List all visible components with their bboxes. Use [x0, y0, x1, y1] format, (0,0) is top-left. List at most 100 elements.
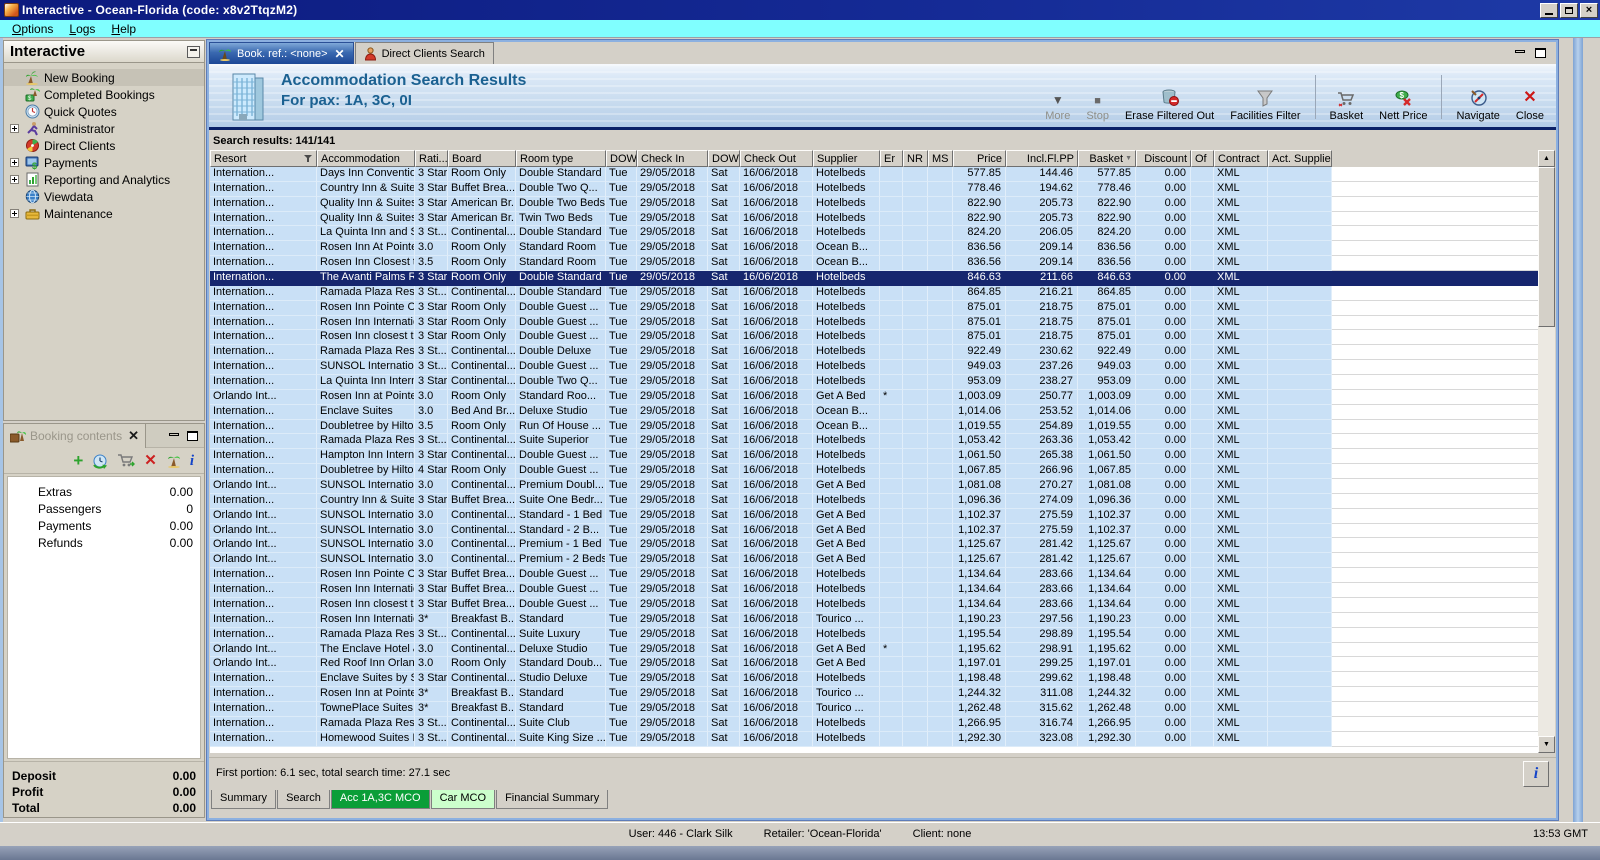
table-row[interactable]: Internation...Enclave Suites by Sk...3 S…	[210, 672, 1538, 688]
tab-close-icon[interactable]: ✕	[335, 47, 345, 61]
add-icon[interactable]: +	[73, 452, 83, 469]
mdi-maximize-icon[interactable]	[1535, 48, 1546, 58]
column-header-incl-fl-pp[interactable]: Incl.Fl.PP	[1006, 150, 1078, 167]
basket-button[interactable]: Basket	[1324, 69, 1370, 125]
sidebar-item-payments[interactable]: $ Payments	[4, 154, 204, 171]
table-row[interactable]: Internation...Rosen Inn Closest to...3.5…	[210, 256, 1538, 272]
table-row[interactable]: Internation...TownePlace Suites O...3*Br…	[210, 701, 1538, 717]
sidebar-item-maintenance[interactable]: Maintenance	[4, 205, 204, 222]
table-row[interactable]: Internation...Rosen Inn Pointe Orl...3 S…	[210, 568, 1538, 584]
table-row[interactable]: Internation...La Quinta Inn Intern...3 S…	[210, 375, 1538, 390]
table-row[interactable]: Internation...Rosen Inn International3 S…	[210, 315, 1538, 331]
menu-options[interactable]: Options	[4, 21, 61, 37]
column-header-dow[interactable]: DOW	[606, 150, 637, 167]
restore-button[interactable]	[1560, 2, 1578, 18]
list-item[interactable]: Extras 0.00	[8, 483, 200, 500]
table-row[interactable]: Internation...Ramada Plaza Resort...3 St…	[210, 285, 1538, 301]
column-header-contract[interactable]: Contract	[1214, 150, 1268, 167]
column-header-er[interactable]: Er	[880, 150, 903, 167]
table-row[interactable]: Internation...Ramada Plaza Resort...3 St…	[210, 434, 1538, 450]
column-header-check-in[interactable]: Check In	[637, 150, 708, 167]
sidebar-item-reporting[interactable]: Reporting and Analytics	[4, 171, 204, 188]
table-row[interactable]: Internation...Rosen Inn at Pointe ...3*B…	[210, 687, 1538, 702]
table-row[interactable]: Orlando Int...SUNSOL Internationa...3.0C…	[210, 538, 1538, 554]
mdi-minimize-icon[interactable]	[1515, 50, 1525, 53]
navigate-button[interactable]: Navigate	[1450, 69, 1505, 125]
table-row[interactable]: Internation... Quality Inn & Suites 3 Star…	[210, 211, 1538, 227]
panel-minimize-icon[interactable]	[169, 432, 179, 436]
delete-icon[interactable]: ✕	[144, 453, 157, 468]
table-row[interactable]: Internation...Rosen Inn closest to ...3 …	[210, 597, 1538, 613]
minimize-button[interactable]	[1540, 2, 1558, 18]
refresh-clock-icon[interactable]	[92, 453, 108, 469]
table-row[interactable]: Internation...Ramada Plaza Resort...3 St…	[210, 345, 1538, 361]
panel-maximize-icon[interactable]	[187, 430, 198, 441]
column-header-nr[interactable]: NR	[903, 150, 928, 167]
table-row[interactable]: Orlando Int...SUNSOL Internationa...3.0C…	[210, 508, 1538, 524]
tab-financial-summary[interactable]: Financial Summary	[496, 790, 609, 809]
facilities-filter-button[interactable]: Facilities Filter	[1224, 69, 1306, 125]
filter-funnel-icon[interactable]	[304, 154, 313, 163]
table-row[interactable]: Internation...Ramada Plaza Resort...3 St…	[210, 716, 1538, 732]
list-item[interactable]: Refunds 0.00	[8, 534, 200, 551]
table-row[interactable]: Internation...Country Inn & Suites...3 S…	[210, 181, 1538, 197]
tab-direct-clients-search[interactable]: Direct Clients Search	[354, 42, 494, 64]
column-header-board[interactable]: Board	[448, 150, 516, 167]
sidebar-item-viewdata[interactable]: Viewdata	[4, 188, 204, 205]
column-header-price[interactable]: Price	[953, 150, 1006, 167]
table-row[interactable]: Internation...SUNSOL Internationa...3 St…	[210, 360, 1538, 376]
table-row[interactable]: Internation...Rosen Inn At Pointe ...3.0…	[210, 241, 1538, 257]
menu-help[interactable]: Help	[103, 21, 144, 37]
info-icon[interactable]: i	[190, 453, 194, 468]
table-row[interactable]: Internation...Doubletree by Hilton ...3.…	[210, 419, 1538, 435]
sidebar-item-administrator[interactable]: Administrator	[4, 120, 204, 137]
column-header-ms[interactable]: MS	[928, 150, 953, 167]
table-row[interactable]: Internation... Quality Inn & Suites 3 Star…	[210, 196, 1538, 212]
palm-tree-icon[interactable]	[166, 453, 181, 468]
table-row[interactable]: Orlando Int...SUNSOL Internationa...3.0C…	[210, 523, 1538, 539]
table-row[interactable]: Internation...Country Inn & Suites...3 S…	[210, 493, 1538, 509]
vertical-scrollbar[interactable]: ▲ ▼	[1538, 150, 1555, 753]
sidebar-item-new-booking[interactable]: New Booking	[4, 69, 204, 86]
tab-car-mco[interactable]: Car MCO	[430, 790, 496, 809]
scroll-up-icon[interactable]: ▲	[1538, 150, 1555, 167]
list-item[interactable]: Payments 0.00	[8, 517, 200, 534]
expand-icon[interactable]	[9, 158, 19, 167]
expand-icon[interactable]	[9, 175, 19, 184]
nett-price-button[interactable]: $ Nett Price	[1373, 69, 1433, 125]
table-row[interactable]: Internation...The Avanti Palms Re...3 St…	[210, 271, 1538, 286]
booking-contents-tab[interactable]: Booking contents ✕	[4, 423, 146, 448]
column-header-check-out[interactable]: Check Out	[740, 150, 813, 167]
table-row[interactable]: Orlando Int...The Enclave Hotel & ...3.0…	[210, 642, 1538, 658]
column-header-act-supplier[interactable]: Act. Supplier	[1268, 150, 1332, 167]
info-button[interactable]: i	[1523, 761, 1549, 787]
close-panel-icon[interactable]: ✕	[128, 428, 139, 444]
list-item[interactable]: Passengers 0	[8, 500, 200, 517]
table-row[interactable]: Internation...Homewood Suites Int...3 St…	[210, 731, 1538, 747]
table-row[interactable]: Orlando Int...SUNSOL Internationa...3.0C…	[210, 553, 1538, 569]
tab-booking-ref[interactable]: Book. ref.: <none> ✕	[209, 42, 354, 64]
close-results-button[interactable]: ✕ Close	[1510, 69, 1550, 125]
cart-add-icon[interactable]	[117, 453, 136, 468]
table-row[interactable]: Internation...Rosen Inn closest to ...3 …	[210, 330, 1538, 346]
expand-icon[interactable]	[9, 209, 19, 218]
table-row[interactable]: Internation...Doubletree by Hilton ...4 …	[210, 464, 1538, 480]
table-row[interactable]: Internation...Rosen Inn International3*B…	[210, 612, 1538, 628]
column-header-of[interactable]: Of	[1191, 150, 1214, 167]
table-row[interactable]: Orlando Int...Rosen Inn at Pointe ...3.0…	[210, 389, 1538, 405]
sidebar-item-quick-quotes[interactable]: Quick Quotes	[4, 103, 204, 120]
collapse-panel-icon[interactable]	[187, 45, 200, 58]
table-row[interactable]: Internation...Hampton Inn Interna...3 St…	[210, 449, 1538, 465]
column-header-resort[interactable]: Resort	[210, 150, 317, 167]
column-header-discount[interactable]: Discount	[1136, 150, 1191, 167]
scrollbar-thumb[interactable]	[1538, 167, 1555, 327]
table-row[interactable]: Internation...Days Inn Convention...3 St…	[210, 167, 1538, 182]
column-header-rati-[interactable]: Rati...	[415, 150, 448, 167]
menu-logs[interactable]: Logs	[61, 21, 103, 37]
table-row[interactable]: Internation...La Quinta Inn and Su...3 S…	[210, 226, 1538, 242]
column-header-supplier[interactable]: Supplier	[813, 150, 880, 167]
column-header-room-type[interactable]: Room type	[516, 150, 606, 167]
scroll-down-icon[interactable]: ▼	[1538, 736, 1555, 753]
table-row[interactable]: Internation...Rosen Inn International3 S…	[210, 583, 1538, 598]
column-header-accommodation[interactable]: Accommodation	[317, 150, 415, 167]
